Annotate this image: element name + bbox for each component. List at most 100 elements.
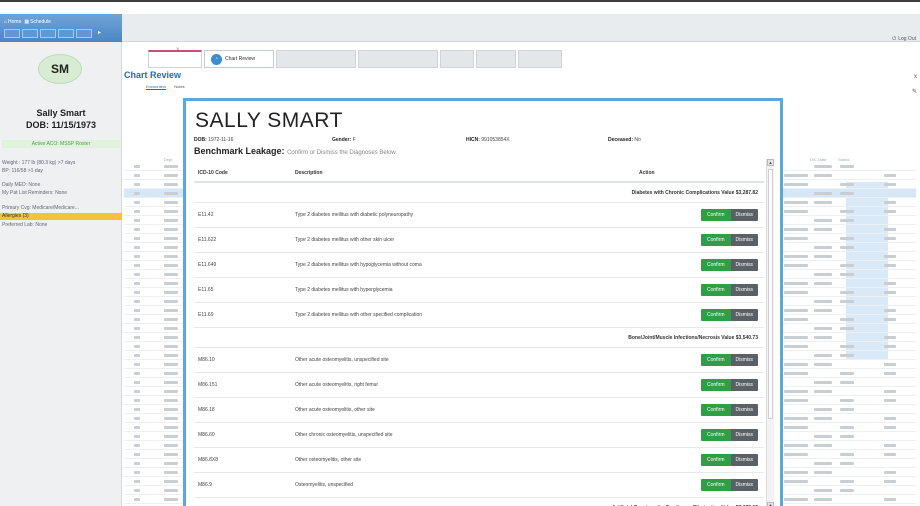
encounter-cell [884,174,896,177]
encounter-cell [884,336,896,339]
encounter-cell [840,318,854,321]
folder-icon[interactable]: ▸ [98,29,101,38]
encounter-cell [784,309,808,312]
confirm-button[interactable]: Confirm [700,479,731,491]
confirm-button[interactable]: Confirm [700,379,731,391]
encounter-cell [814,327,832,330]
dismiss-button[interactable]: Dismiss [730,284,758,296]
tab-blank-3[interactable] [358,50,438,68]
encounter-cell [814,219,832,222]
confirm-button[interactable]: Confirm [700,284,731,296]
encounter-cell [884,228,896,231]
encounter-cell [134,372,140,375]
dismiss-button[interactable]: Dismiss [730,234,758,246]
table-row: E11.65 Type 2 diabetes mellitus with hype… [194,278,764,303]
tab-notes[interactable]: Notes [174,84,184,90]
encounter-cell [814,462,832,465]
encounter-cell [164,237,178,240]
aco-badge: Active ACO: MSSP Roster [2,140,120,148]
encounter-cell [884,453,896,456]
encounter-cell [840,300,854,303]
tab-blank-4[interactable] [440,50,474,68]
row-actions: Confirm Dismiss [700,284,758,296]
encounter-cell [134,453,140,456]
confirm-button[interactable]: Confirm [700,234,731,246]
nav-slot-1[interactable] [4,29,20,38]
chart-review-icon: ◔ [211,53,222,65]
encounter-cell [134,318,140,321]
tab-blank-2[interactable] [276,50,356,68]
encounter-cell [814,498,832,501]
tab-blank-5[interactable] [476,50,516,68]
home-button[interactable]: ⌂ Home [4,17,21,26]
scrollbar[interactable]: ▲ ▼ [766,159,774,506]
pat-list-reminders[interactable]: My Pat List Reminders: None [2,190,67,196]
scroll-thumb[interactable] [768,169,773,419]
confirm-button[interactable]: Confirm [700,429,731,441]
encounter-cell [134,300,140,303]
nav-slot-5[interactable] [76,29,92,38]
tab-encounters[interactable]: Encounters [146,84,167,90]
schedule-button[interactable]: ▦ Schedule [24,17,51,26]
encounter-cell [814,255,832,258]
encounter-cell [784,318,808,321]
encounter-cell [814,444,832,447]
confirm-button[interactable]: Confirm [700,404,731,416]
dismiss-button[interactable]: Dismiss [730,454,758,466]
encounter-cell [134,309,140,312]
dismiss-button[interactable]: Dismiss [730,309,758,321]
dismiss-button[interactable]: Dismiss [730,429,758,441]
logout-button[interactable]: ⏻ Log Out [892,36,916,42]
encounter-cell [164,390,178,393]
encounter-cell [784,255,808,258]
chart-review-subtabs: Encounters Notes [146,84,185,90]
encounter-cell [840,372,854,375]
encounter-cell [840,408,854,411]
dismiss-button[interactable]: Dismiss [730,479,758,491]
encounter-cell [840,399,854,402]
encounter-cell [134,498,140,501]
encounter-cell [784,390,808,393]
encounter-cell [884,390,896,393]
tab-active-blank[interactable] [148,50,202,68]
confirm-button[interactable]: Confirm [700,454,731,466]
encounter-cell [164,426,178,429]
encounter-cell [884,345,896,348]
confirm-button[interactable]: Confirm [700,209,731,221]
encounter-cell [784,183,808,186]
encounter-cell [134,444,140,447]
scroll-up-icon[interactable]: ▲ [767,159,774,166]
nav-slot-4[interactable] [58,29,74,38]
encounter-cell [840,192,854,195]
close-icon[interactable]: x [914,74,917,80]
left-nav-header: ⌂ Home ▦ Schedule ▸ [0,14,122,42]
dismiss-button[interactable]: Dismiss [730,209,758,221]
tab-chart-review[interactable]: ◔ Chart Review [204,50,274,68]
encounter-cell [884,480,896,483]
encounter-cell [814,282,832,285]
encounter-cell [840,273,854,276]
table-row: E11.649 Type 2 diabetes mellitus with hyp… [194,253,764,278]
encounter-cell [884,318,896,321]
encounter-cell [814,354,832,357]
allergies-banner[interactable]: Allergies (3) [0,213,122,220]
dismiss-button[interactable]: Dismiss [730,379,758,391]
dismiss-button[interactable]: Dismiss [730,259,758,271]
confirm-button[interactable]: Confirm [700,259,731,271]
encounter-cell [814,336,832,339]
encounter-cell [840,327,854,330]
nav-slot-2[interactable] [22,29,38,38]
confirm-button[interactable]: Confirm [700,309,731,321]
scroll-down-icon[interactable]: ▼ [767,502,774,506]
pin-icon[interactable]: ✎ [912,88,917,95]
encounter-cell [840,381,854,384]
encounter-cell [164,255,178,258]
benchmark-leakage-title: Benchmark Leakage: Confirm or Dismiss th… [194,146,396,156]
encounter-cell [784,228,808,231]
confirm-button[interactable]: Confirm [700,354,731,366]
primary-coverage[interactable]: Primary Cvg: Medicare/Medicare... [2,205,79,211]
tab-blank-6[interactable] [518,50,562,68]
nav-slot-3[interactable] [40,29,56,38]
dismiss-button[interactable]: Dismiss [730,354,758,366]
dismiss-button[interactable]: Dismiss [730,404,758,416]
